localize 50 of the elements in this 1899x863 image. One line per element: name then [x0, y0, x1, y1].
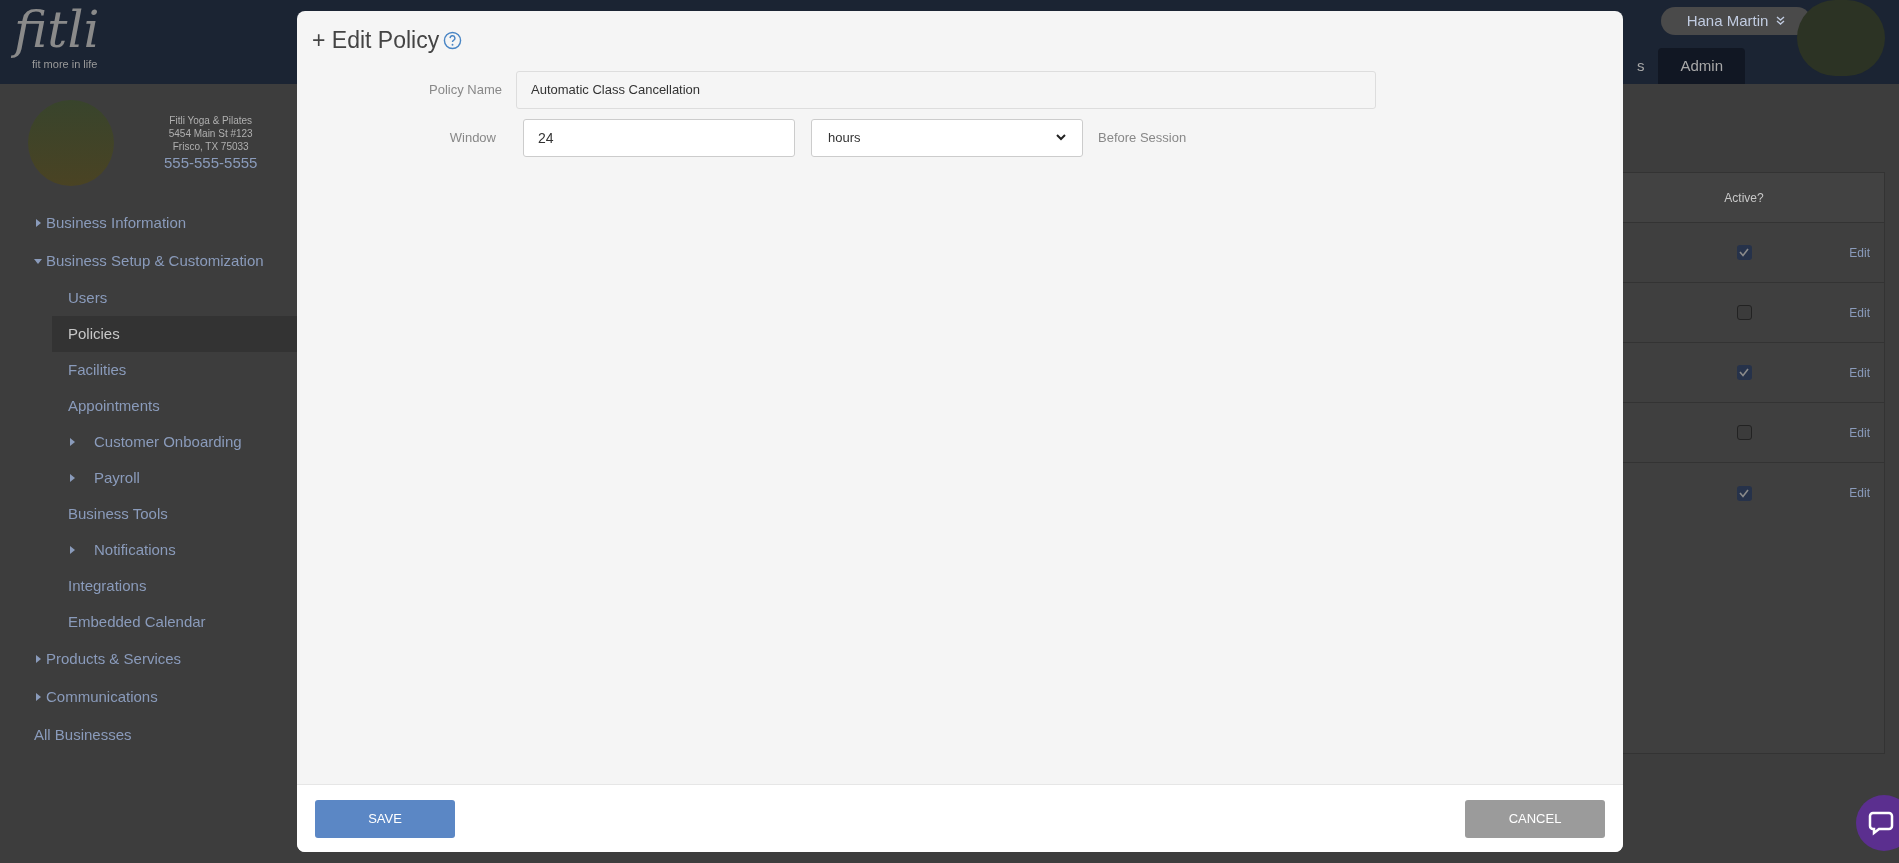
field-label: Window — [448, 128, 497, 147]
active-checkbox[interactable] — [1736, 245, 1752, 260]
save-button[interactable]: SAVE — [315, 799, 455, 838]
dialog-title: + Edit Policy — [312, 26, 440, 55]
business-address: 5454 Main St #123 — [168, 126, 253, 140]
business-name: Fitli Yoga & Pilates — [169, 113, 253, 127]
help-icon[interactable] — [443, 30, 463, 50]
active-checkbox[interactable] — [1736, 485, 1752, 501]
edit-link[interactable]: Edit — [1849, 243, 1870, 262]
sidebar-subitem[interactable]: Embedded Calendar — [52, 604, 297, 640]
chat-button[interactable] — [1856, 795, 1899, 851]
sidebar-subitem[interactable]: Facilities — [52, 352, 297, 388]
window-field[interactable]: 24 — [523, 118, 795, 157]
sidebar-item[interactable]: Communications — [0, 678, 297, 716]
sidebar-subitem[interactable]: Integrations — [52, 568, 297, 604]
sidebar-subitem[interactable]: Users — [52, 280, 297, 316]
sidebar-item[interactable]: All Businesses — [0, 716, 297, 754]
sidebar-subitem[interactable]: Notifications — [52, 532, 297, 568]
policy-name-field[interactable]: Automatic Class Cancellation — [516, 70, 1376, 109]
active-checkbox[interactable] — [1736, 305, 1752, 320]
sidebar-subitem[interactable]: Payroll — [52, 460, 297, 496]
check-icon — [1739, 488, 1749, 498]
chevron-down-icon — [1056, 134, 1066, 141]
chevrons-down-icon — [1776, 16, 1786, 26]
business-phone: 555-555-5555 — [164, 152, 258, 173]
active-checkbox[interactable] — [1736, 425, 1752, 440]
sidebar-item[interactable]: Business Setup & Customization — [0, 242, 297, 280]
edit-link[interactable]: Edit — [1849, 363, 1870, 382]
sidebar-subitem[interactable]: Policies — [52, 316, 297, 352]
edit-link[interactable]: Edit — [1849, 423, 1870, 442]
sidebar-subitem[interactable]: Appointments — [52, 388, 297, 424]
unit-select[interactable]: hours — [811, 118, 1083, 157]
nav-tab[interactable]: s — [1634, 48, 1647, 84]
sidebar-item[interactable]: Business Information — [0, 204, 297, 242]
chat-bubble-icon — [1868, 810, 1894, 836]
column-header: Active? — [1724, 189, 1764, 207]
nav-tab[interactable]: Admin — [1658, 48, 1745, 84]
sidebar-item[interactable]: Products & Services — [0, 640, 297, 678]
field-label: Policy Name — [428, 80, 503, 99]
logo-tagline: fit more in life — [31, 58, 99, 70]
edit-link[interactable]: Edit — [1849, 303, 1870, 322]
window-suffix: Before Session — [1098, 128, 1187, 147]
business-city: Frisco, TX 75033 — [172, 139, 249, 153]
cancel-button[interactable]: CANCEL — [1465, 799, 1605, 838]
check-icon — [1739, 368, 1749, 377]
edit-link[interactable]: Edit — [1849, 484, 1870, 502]
check-icon — [1739, 248, 1749, 257]
sidebar-subitem[interactable]: Business Tools — [52, 496, 297, 532]
active-checkbox[interactable] — [1736, 365, 1752, 380]
sidebar-subitem[interactable]: Customer Onboarding — [52, 424, 297, 460]
